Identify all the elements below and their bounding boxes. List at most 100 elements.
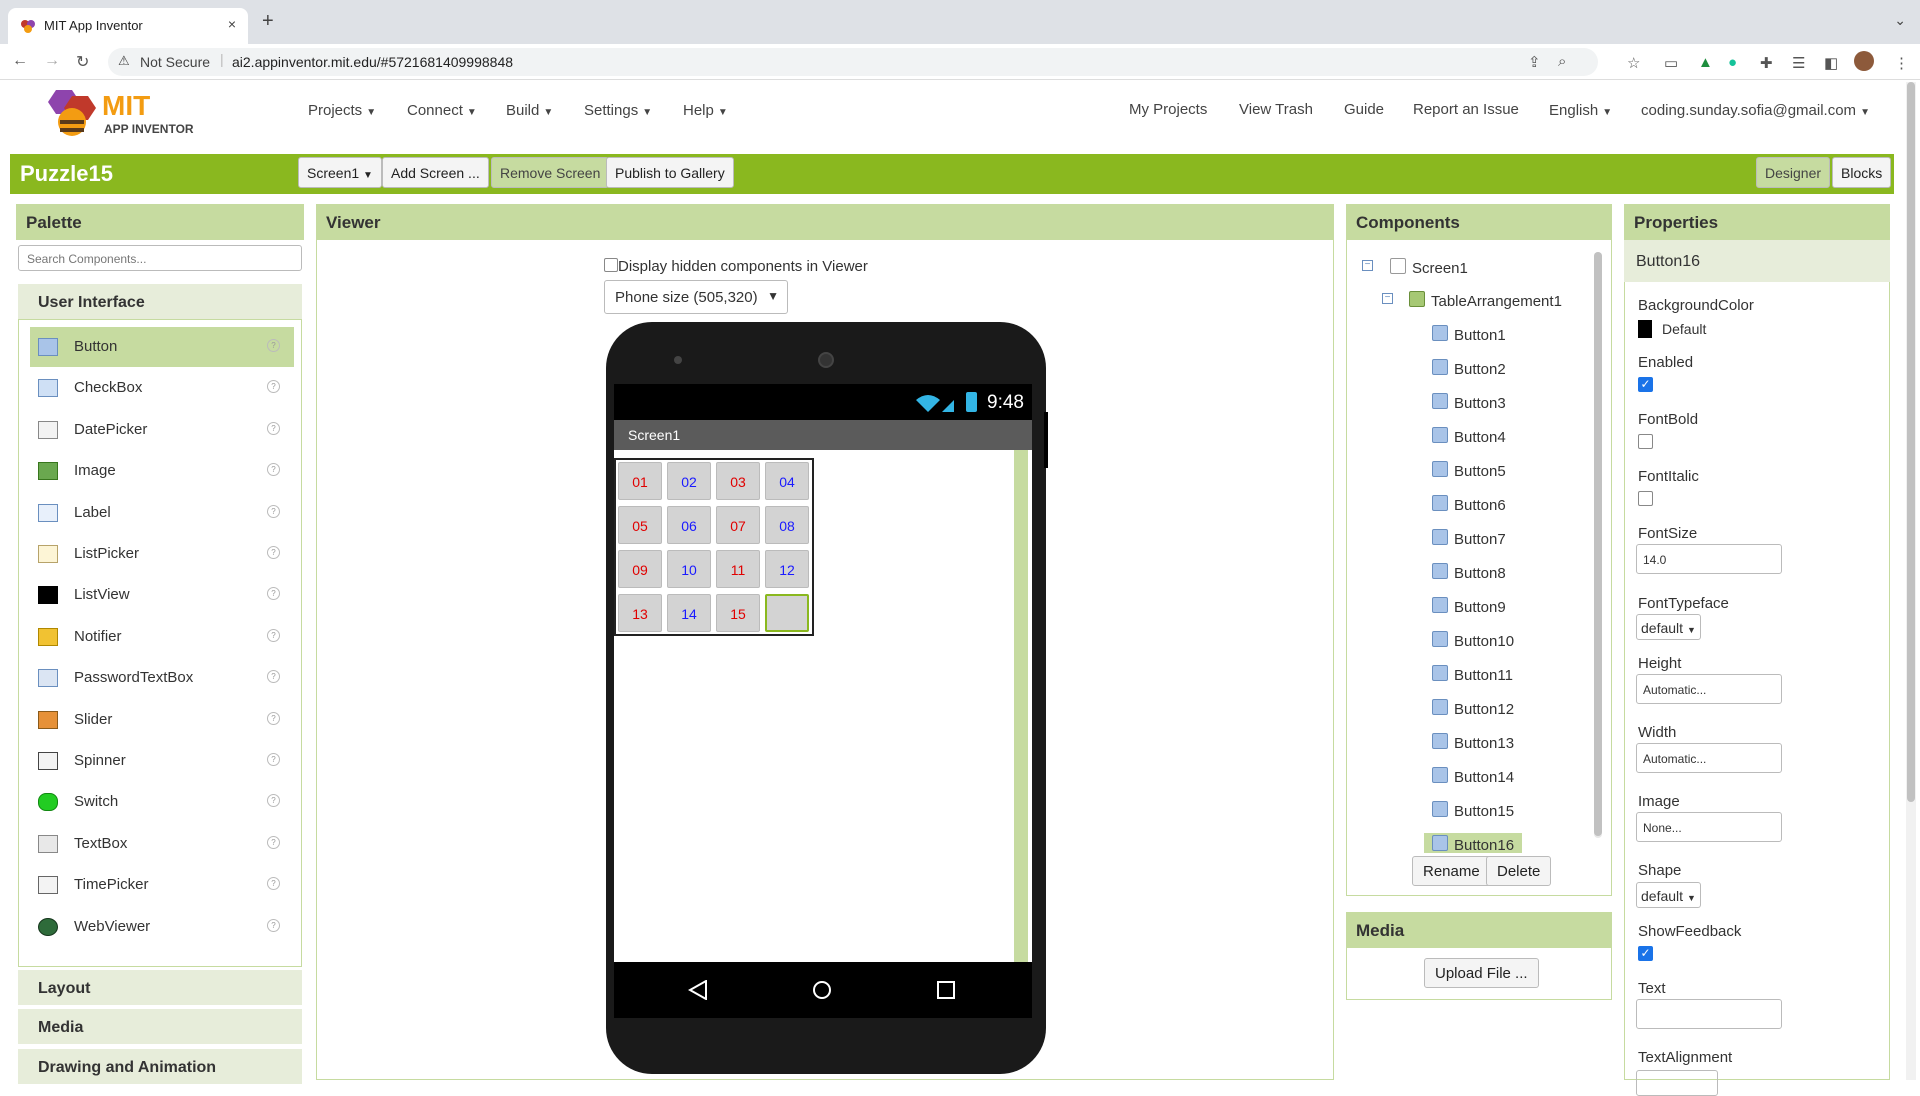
puzzle-button-3[interactable]: 03 — [716, 462, 760, 500]
enabled-checkbox[interactable]: ✓ — [1638, 377, 1653, 392]
puzzle-button-9[interactable]: 09 — [618, 550, 662, 588]
add-screen-button[interactable]: Add Screen ... — [382, 157, 489, 188]
puzzle-button-5[interactable]: 05 — [618, 506, 662, 544]
image-input[interactable]: None... — [1636, 812, 1782, 842]
puzzle-button-4[interactable]: 04 — [765, 462, 809, 500]
puzzle-button-14[interactable]: 14 — [667, 594, 711, 632]
reload-icon[interactable]: ↻ — [76, 52, 89, 72]
designer-button[interactable]: Designer — [1756, 157, 1831, 188]
link-view-trash[interactable]: View Trash — [1239, 101, 1313, 118]
height-input[interactable]: Automatic... — [1636, 674, 1782, 704]
category-user-interface[interactable]: User Interface — [18, 283, 302, 319]
drive-icon[interactable]: ▲ — [1698, 54, 1713, 71]
help-icon[interactable]: ? — [267, 380, 280, 394]
puzzle-button-11[interactable]: 11 — [716, 550, 760, 588]
grammarly-icon[interactable]: ● — [1728, 54, 1737, 71]
search-input[interactable]: Search Components... — [18, 245, 302, 271]
help-icon[interactable]: ? — [267, 421, 280, 435]
palette-item-image[interactable]: Image? — [30, 451, 294, 491]
help-icon[interactable]: ? — [267, 918, 280, 932]
reading-list-icon[interactable]: ☰ — [1792, 54, 1805, 72]
account-menu[interactable]: coding.sunday.sofia@gmail.com ▼ — [1641, 102, 1870, 119]
help-icon[interactable]: ? — [267, 711, 280, 725]
help-icon[interactable]: ? — [267, 339, 280, 352]
browser-menu-icon[interactable]: ⋮ — [1894, 54, 1909, 72]
url-field[interactable]: ⚠ Not Secure | ai2.appinventor.mit.edu/#… — [108, 48, 1598, 76]
phone-size-select[interactable]: Phone size (505,320) ▼ — [604, 280, 788, 314]
back-icon[interactable]: ← — [12, 52, 28, 70]
width-input[interactable]: Automatic... — [1636, 743, 1782, 773]
palette-item-passwordtextbox[interactable]: PasswordTextBox? — [30, 658, 294, 698]
checkbox-box[interactable] — [604, 258, 618, 272]
showfeedback-checkbox[interactable]: ✓ — [1638, 946, 1653, 961]
page-scrollbar[interactable] — [1906, 82, 1916, 1080]
puzzle-button-6[interactable]: 06 — [667, 506, 711, 544]
collapse-table-toggle[interactable]: − — [1382, 293, 1393, 304]
palette-item-checkbox[interactable]: CheckBox? — [30, 368, 294, 408]
palette-item-webviewer[interactable]: WebViewer? — [30, 907, 294, 947]
blocks-button[interactable]: Blocks — [1832, 157, 1892, 188]
palette-item-textbox[interactable]: TextBox? — [30, 824, 294, 864]
text-input[interactable] — [1636, 999, 1782, 1029]
forward-icon[interactable]: → — [44, 52, 60, 70]
palette-item-notifier[interactable]: Notifier? — [30, 617, 294, 657]
category-layout[interactable]: Layout — [18, 969, 302, 1005]
url-text[interactable]: ai2.appinventor.mit.edu/#572168140999884… — [232, 54, 513, 70]
help-icon[interactable]: ? — [267, 463, 280, 477]
puzzle-button-13[interactable]: 13 — [618, 594, 662, 632]
link-guide[interactable]: Guide — [1344, 101, 1384, 118]
components-scrollbar[interactable] — [1594, 252, 1602, 838]
profile-avatar[interactable] — [1854, 51, 1874, 71]
puzzle-button-15[interactable]: 15 — [716, 594, 760, 632]
help-icon[interactable]: ? — [267, 877, 280, 891]
puzzle-button-2[interactable]: 02 — [667, 462, 711, 500]
security-label[interactable]: Not Secure — [140, 54, 210, 70]
help-icon[interactable]: ? — [267, 794, 280, 808]
browser-tab[interactable]: MIT App Inventor × — [8, 8, 248, 44]
warning-icon[interactable]: ⚠ — [118, 53, 130, 69]
zoom-icon[interactable]: ⌕ — [1558, 53, 1566, 70]
help-icon[interactable]: ? — [267, 587, 280, 601]
collapse-screen-toggle[interactable]: − — [1362, 260, 1373, 271]
components-scrollbar-thumb[interactable] — [1594, 252, 1602, 836]
palette-item-datepicker[interactable]: DatePicker? — [30, 410, 294, 450]
fonttypeface-dropdown[interactable]: default ▼ — [1636, 614, 1701, 640]
palette-item-spinner[interactable]: Spinner? — [30, 741, 294, 781]
publish-gallery-button[interactable]: Publish to Gallery — [606, 157, 734, 188]
prop-backgroundcolor-value[interactable]: Default — [1662, 321, 1706, 337]
menu-projects[interactable]: Projects ▼ — [308, 102, 376, 119]
close-tab-icon[interactable]: × — [228, 16, 236, 32]
puzzle-button-7[interactable]: 07 — [716, 506, 760, 544]
puzzle-button-10[interactable]: 10 — [667, 550, 711, 588]
palette-item-timepicker[interactable]: TimePicker? — [30, 865, 294, 905]
puzzle-button-12[interactable]: 12 — [765, 550, 809, 588]
app-inventor-logo[interactable]: MIT APP INVENTOR — [44, 86, 204, 142]
hidden-components-checkbox[interactable]: Display hidden components in Viewer — [604, 258, 868, 275]
link-report-issue[interactable]: Report an Issue — [1413, 101, 1519, 118]
rename-button[interactable]: Rename — [1412, 856, 1491, 886]
remove-screen-button[interactable]: Remove Screen — [491, 157, 610, 188]
help-icon[interactable]: ? — [267, 753, 280, 766]
palette-item-button[interactable]: Button? — [30, 327, 294, 367]
new-tab-button[interactable]: + — [262, 10, 274, 33]
shape-dropdown[interactable]: default ▼ — [1636, 882, 1701, 908]
textalignment-dropdown[interactable] — [1636, 1070, 1718, 1096]
language-menu[interactable]: English ▼ — [1549, 102, 1612, 119]
category-drawing-animation[interactable]: Drawing and Animation — [18, 1048, 302, 1084]
menu-connect[interactable]: Connect ▼ — [407, 102, 477, 119]
palette-item-label[interactable]: Label? — [30, 493, 294, 533]
puzzle-button-8[interactable]: 08 — [765, 506, 809, 544]
table-arrangement[interactable]: 01 02 03 04 05 06 07 08 09 10 11 12 13 14 15 — [614, 458, 814, 636]
puzzle-button-1[interactable]: 01 — [618, 462, 662, 500]
palette-item-slider[interactable]: Slider? — [30, 700, 294, 740]
puzzle-button-16[interactable] — [765, 594, 809, 632]
link-my-projects[interactable]: My Projects — [1129, 101, 1207, 118]
share-icon[interactable]: ⇪ — [1528, 53, 1541, 71]
help-icon[interactable]: ? — [267, 546, 280, 559]
upload-file-button[interactable]: Upload File ... — [1424, 958, 1539, 988]
screen-select[interactable]: Screen1 ▼ — [298, 157, 382, 188]
help-icon[interactable]: ? — [267, 628, 280, 642]
help-icon[interactable]: ? — [267, 504, 280, 518]
fontsize-input[interactable]: 14.0 — [1636, 544, 1782, 574]
delete-button[interactable]: Delete — [1486, 856, 1552, 886]
